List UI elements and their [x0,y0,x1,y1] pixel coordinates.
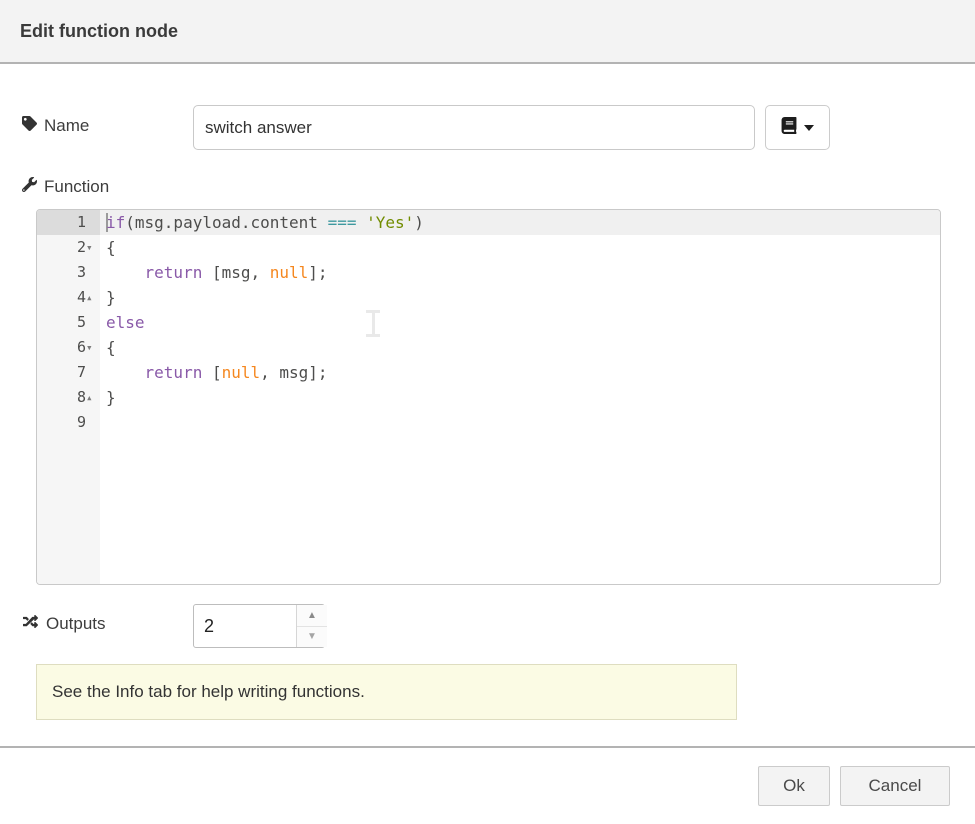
form-tip: See the Info tab for help writing functi… [36,664,737,720]
code-line[interactable]: { [100,235,940,260]
outputs-input[interactable] [194,605,296,647]
gutter-line-number: 9 [37,410,100,435]
gutter-line-number: 3 [37,260,100,285]
outputs-label-text: Outputs [46,614,106,634]
gutter-line-number: 6▾ [37,335,100,360]
outputs-spinner: ▲ ▼ [193,604,325,648]
ok-button[interactable]: Ok [758,766,830,806]
editor-code[interactable]: if(msg.payload.content === 'Yes'){ retur… [100,210,940,584]
caret-down-icon: ▼ [307,631,317,642]
wrench-icon [22,177,37,197]
cancel-button[interactable]: Cancel [840,766,950,806]
function-code-editor[interactable]: 12▾34▴56▾78▴9 if(msg.payload.content ===… [36,209,941,585]
code-line[interactable]: else [100,310,940,335]
dialog-footer: Ok Cancel [0,746,975,824]
code-line[interactable]: return [msg, null]; [100,260,940,285]
outputs-label: Outputs [22,614,106,634]
gutter-line-number: 5 [37,310,100,335]
fold-close-icon[interactable]: ▴ [86,285,99,310]
gutter-line-number: 1 [37,210,100,235]
editor-gutter: 12▾34▴56▾78▴9 [37,210,100,584]
name-label-text: Name [44,116,89,136]
library-button[interactable] [765,105,830,150]
function-label: Function [22,177,109,197]
gutter-line-number: 8▴ [37,385,100,410]
spinner-down-button[interactable]: ▼ [297,627,327,648]
edit-function-node-dialog: { "dialog": { "title": "Edit function no… [0,0,975,824]
fold-close-icon[interactable]: ▴ [86,385,99,410]
caret-up-icon: ▲ [307,610,317,621]
function-label-text: Function [44,177,109,197]
code-line[interactable]: } [100,285,940,310]
code-line[interactable]: if(msg.payload.content === 'Yes') [100,210,940,235]
tag-icon [22,116,37,136]
book-icon [781,117,797,139]
dialog-title: Edit function node [20,21,178,42]
code-line[interactable]: } [100,385,940,410]
spinner-up-button[interactable]: ▲ [297,605,327,627]
form-tip-text: See the Info tab for help writing functi… [52,682,365,702]
code-line[interactable]: return [null, msg]; [100,360,940,385]
code-line[interactable]: { [100,335,940,360]
fold-open-icon[interactable]: ▾ [86,235,99,260]
gutter-line-number: 4▴ [37,285,100,310]
dialog-header: Edit function node [0,0,975,64]
spinner-buttons: ▲ ▼ [296,605,327,647]
code-line[interactable] [100,410,940,435]
chevron-down-icon [804,125,814,131]
name-input[interactable] [193,105,755,150]
shuffle-icon [22,614,39,634]
gutter-line-number: 2▾ [37,235,100,260]
gutter-line-number: 7 [37,360,100,385]
name-label: Name [22,116,89,136]
fold-open-icon[interactable]: ▾ [86,335,99,360]
